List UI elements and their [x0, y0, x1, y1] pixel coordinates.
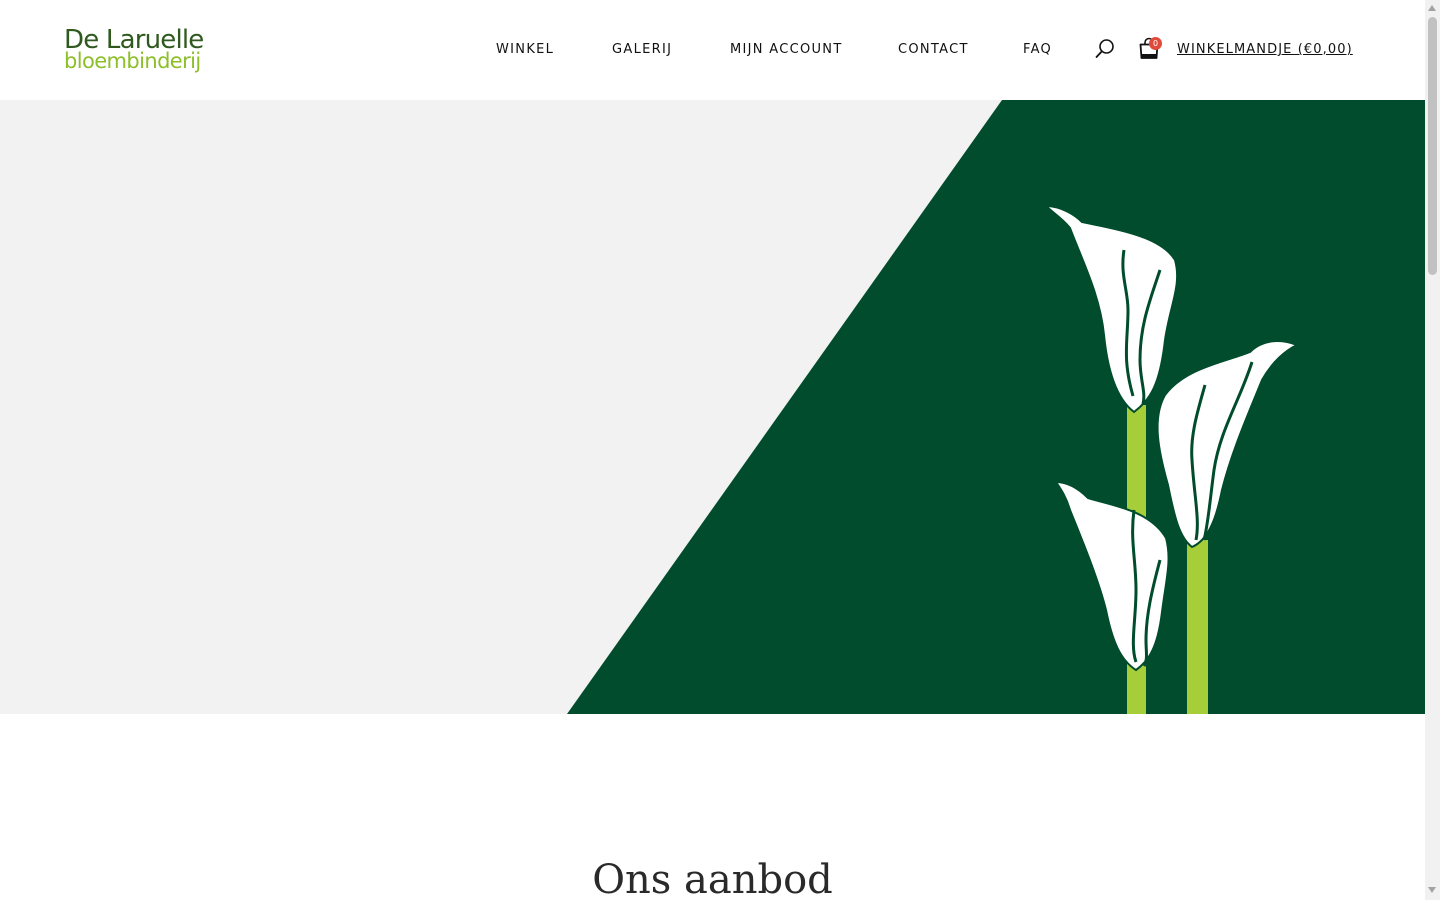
hero-banner	[0, 100, 1425, 714]
cart-link[interactable]: WINKELMANDJE (€0,00)	[1177, 41, 1353, 59]
hero-green-panel	[567, 100, 1425, 714]
page-scrollbar[interactable]	[1425, 0, 1440, 900]
logo-tagline: bloembinderij	[64, 49, 201, 73]
scroll-down-arrow-icon[interactable]	[1428, 887, 1436, 893]
scroll-thumb[interactable]	[1428, 17, 1437, 275]
calla-lilies-illustration	[567, 100, 1425, 714]
nav-item-contact[interactable]: CONTACT	[898, 41, 969, 59]
cart-count-badge: 0	[1149, 37, 1162, 50]
site-logo[interactable]: De Laruelle bloembinderij	[63, 26, 213, 76]
nav-item-faq[interactable]: FAQ	[1023, 41, 1052, 59]
nav-item-mijn-account[interactable]: MIJN ACCOUNT	[730, 41, 843, 59]
nav-item-winkel[interactable]: WINKEL	[496, 41, 554, 59]
scroll-up-arrow-icon[interactable]	[1428, 5, 1436, 11]
stem-right	[1187, 540, 1208, 714]
page: De Laruelle bloembinderij WINKEL GALERIJ…	[0, 0, 1425, 900]
site-header: De Laruelle bloembinderij WINKEL GALERIJ…	[0, 0, 1425, 100]
nav-item-galerij[interactable]: GALERIJ	[612, 41, 672, 59]
search-icon[interactable]	[1094, 38, 1116, 60]
section-title: Ons aanbod	[592, 857, 833, 900]
